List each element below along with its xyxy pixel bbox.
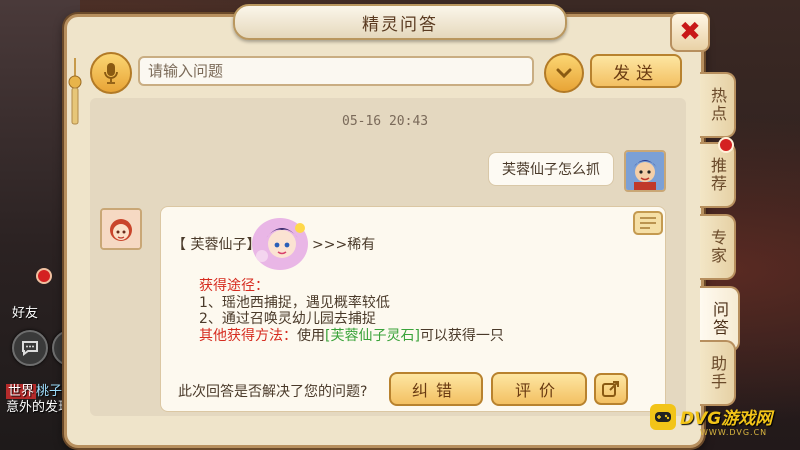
friends-label[interactable]: 好友 <box>12 302 38 321</box>
chat-bubble-icon[interactable] <box>12 330 48 366</box>
tassel-decoration <box>68 58 82 125</box>
world-chat-line-2: 意外的发现 <box>6 400 72 415</box>
microphone-icon <box>104 63 118 84</box>
scroll-icon[interactable] <box>630 206 666 238</box>
gamepad-logo-icon <box>650 404 676 430</box>
user-message-bubble: 芙蓉仙子怎么抓 <box>488 152 614 186</box>
message-timestamp: 05-16 20:43 <box>342 114 429 129</box>
share-button[interactable] <box>594 373 628 405</box>
page-title: 精灵问答 <box>233 4 567 40</box>
other-method-suffix: 可以获得一只 <box>419 328 504 344</box>
notification-dot <box>36 268 52 284</box>
feedback-question: 此次回答是否解决了您的问题? <box>178 384 368 400</box>
share-icon <box>602 381 619 397</box>
tab-expert[interactable]: 专家 <box>700 214 736 280</box>
rate-button[interactable]: 评价 <box>491 372 587 406</box>
recommend-notification-dot <box>718 137 734 153</box>
tab-hot[interactable]: 热点 <box>700 72 736 138</box>
assistant-avatar <box>100 208 142 250</box>
other-method-prefix: 使用 <box>297 328 325 344</box>
search-input[interactable] <box>138 56 534 86</box>
correct-button[interactable]: 纠错 <box>389 372 483 406</box>
fairy-pet-image <box>252 218 308 270</box>
chevron-down-icon <box>556 68 572 78</box>
close-button[interactable]: ✖ <box>670 12 710 52</box>
other-method-label: 其他获得方法： <box>199 328 297 344</box>
watermark-brand: DVG游戏网 <box>680 409 773 429</box>
send-button[interactable]: 发送 <box>590 54 682 88</box>
tab-assistant[interactable]: 助手 <box>700 340 736 406</box>
dropdown-button[interactable] <box>544 53 584 93</box>
watermark-url: WWW.DVG.CN <box>700 428 768 437</box>
answer-name: 【 芙蓉仙子】 <box>172 237 261 253</box>
close-icon: ✖ <box>679 17 701 47</box>
microphone-button[interactable] <box>90 52 132 94</box>
answer-rarity: >>>稀有 <box>312 237 376 253</box>
other-method-line: 其他获得方法：使用[芙蓉仙子灵石]可以获得一只 <box>199 325 504 345</box>
user-avatar <box>624 150 666 192</box>
tab-recommend[interactable]: 推荐 <box>700 142 736 208</box>
item-link[interactable]: [芙蓉仙子灵石] <box>325 328 420 344</box>
